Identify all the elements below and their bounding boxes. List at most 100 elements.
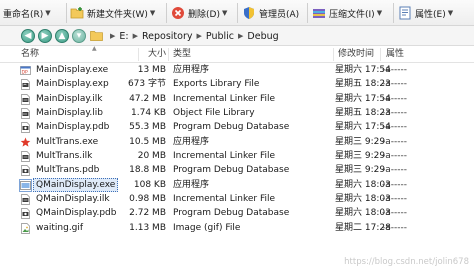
- admin-label: 管理员(A): [259, 9, 300, 20]
- file-size: 1.74 KB: [131, 108, 166, 119]
- file-type: Incremental Linker File: [173, 151, 276, 162]
- file-name[interactable]: MultTrans.ilk: [33, 149, 95, 163]
- rename-button[interactable]: 重命名(R) ▼: [3, 4, 51, 22]
- file-name[interactable]: MainDisplay.ilk: [33, 92, 105, 106]
- properties-dropdown-icon[interactable]: ▼: [448, 9, 453, 17]
- file-size: 18.8 MB: [129, 165, 166, 176]
- file-name[interactable]: MainDisplay.exp: [33, 77, 112, 91]
- file-size: 108 KB: [133, 179, 166, 190]
- file-type: 应用程序: [173, 65, 210, 75]
- file-attributes: -a-----: [382, 194, 408, 205]
- new-folder-dropdown-icon[interactable]: ▼: [150, 9, 155, 17]
- delete-dropdown-icon[interactable]: ▼: [222, 9, 227, 17]
- file-name[interactable]: MainDisplay.lib: [33, 106, 106, 120]
- new-folder-label: 新建文件夹(W): [87, 9, 148, 20]
- recent-dropdown-icon[interactable]: ▾: [72, 29, 86, 43]
- column-divider[interactable]: [380, 48, 381, 61]
- file-type: 应用程序: [173, 136, 210, 147]
- pdb-file-icon: [20, 122, 31, 134]
- delete-button[interactable]: 删除(D) ▼: [171, 4, 227, 22]
- file-attributes: -a-----: [382, 208, 408, 219]
- file-type: Incremental Linker File: [173, 93, 276, 104]
- column-header-type[interactable]: 类型: [173, 46, 191, 63]
- pdb-file-icon: [20, 208, 31, 220]
- column-header-modified[interactable]: 修改时间: [338, 46, 374, 63]
- file-attributes: -a-----: [382, 122, 408, 133]
- file-row[interactable]: MainDisplay.exp 673 字节 Exports Library F…: [0, 77, 474, 91]
- column-divider[interactable]: [168, 48, 169, 61]
- file-size: 13 MB: [137, 65, 166, 75]
- ilk-file-icon: [20, 151, 31, 162]
- file-attributes: -a-----: [382, 108, 408, 119]
- breadcrumb-drive[interactable]: E:: [119, 31, 128, 42]
- file-type: Object File Library: [173, 108, 255, 119]
- folder-icon: [90, 30, 103, 41]
- breadcrumb-chevron-icon[interactable]: ▶: [238, 32, 243, 40]
- file-type: Program Debug Database: [173, 208, 290, 219]
- breadcrumb-public[interactable]: Public: [206, 31, 234, 42]
- file-row[interactable]: DP MainDisplay.exe 13 MB 应用程序 星期六 17:54 …: [0, 63, 474, 77]
- file-row[interactable]: MultTrans.ilk 20 MB Incremental Linker F…: [0, 149, 474, 163]
- admin-button[interactable]: 管理员(A): [242, 4, 299, 22]
- file-row[interactable]: MultTrans.pdb 18.8 MB Program Debug Data…: [0, 163, 474, 177]
- file-name[interactable]: MainDisplay.exe: [33, 63, 111, 77]
- file-attributes: -a-----: [382, 65, 408, 75]
- breadcrumb[interactable]: ▶ E: ▶ Repository ▶ Public ▶ Debug: [106, 26, 279, 46]
- file-attributes: -a-----: [382, 93, 408, 104]
- file-size: 2.72 MB: [129, 208, 166, 219]
- file-row-selected[interactable]: QMainDisplay.exe 108 KB 应用程序 星期六 18:03 -…: [0, 177, 474, 192]
- watermark: https://blog.csdn.net/jolin678: [344, 257, 469, 267]
- column-header-attributes[interactable]: 属性: [386, 46, 404, 63]
- rename-dropdown-icon[interactable]: ▼: [45, 9, 50, 17]
- file-type: Image (gif) File: [173, 222, 241, 233]
- file-modified: 星期三 9:29: [335, 136, 386, 147]
- back-arrow-icon[interactable]: ◀: [21, 29, 35, 43]
- file-name[interactable]: MultTrans.pdb: [33, 163, 102, 177]
- forward-arrow-icon[interactable]: ▶: [38, 29, 52, 43]
- properties-label: 属性(E): [415, 9, 446, 20]
- file-row[interactable]: QMainDisplay.pdb 2.72 MB Program Debug D…: [0, 206, 474, 220]
- compress-button[interactable]: 压缩文件(I) ▼: [312, 4, 382, 22]
- file-attributes: -a-----: [382, 165, 408, 176]
- breadcrumb-debug[interactable]: Debug: [247, 31, 278, 42]
- file-row[interactable]: MainDisplay.pdb 55.3 MB Program Debug Da…: [0, 120, 474, 134]
- new-folder-button[interactable]: 新建文件夹(W) ▼: [70, 4, 155, 22]
- file-attributes: -a-----: [382, 151, 408, 162]
- file-type: Program Debug Database: [173, 122, 290, 133]
- column-divider[interactable]: [333, 48, 334, 61]
- file-type: Exports Library File: [173, 79, 260, 90]
- file-name[interactable]: MainDisplay.pdb: [33, 120, 112, 134]
- file-list: DP MainDisplay.exe 13 MB 应用程序 星期六 17:54 …: [0, 63, 474, 235]
- file-row[interactable]: MainDisplay.ilk 47.2 MB Incremental Link…: [0, 92, 474, 106]
- breadcrumb-repository[interactable]: Repository: [142, 31, 193, 42]
- file-row[interactable]: QMainDisplay.ilk 0.98 MB Incremental Lin…: [0, 192, 474, 206]
- file-name[interactable]: MultTrans.exe: [33, 135, 101, 149]
- sort-ascending-icon: ▲: [92, 45, 97, 52]
- file-modified: 星期三 9:29: [335, 151, 386, 162]
- up-arrow-icon[interactable]: ▲: [55, 29, 69, 43]
- toolbar-divider: [307, 3, 308, 23]
- breadcrumb-chevron-icon[interactable]: ▶: [110, 32, 115, 40]
- file-row[interactable]: MainDisplay.lib 1.74 KB Object File Libr…: [0, 106, 474, 120]
- compress-dropdown-icon[interactable]: ▼: [377, 9, 382, 17]
- file-attributes: -a-----: [382, 79, 408, 90]
- new-folder-icon: [70, 6, 84, 20]
- file-row[interactable]: waiting.gif 1.13 MB Image (gif) File 星期二…: [0, 221, 474, 235]
- column-header-size[interactable]: 大小: [104, 46, 166, 63]
- pdb-file-icon: [20, 165, 31, 177]
- app-icon: DP: [20, 65, 31, 76]
- file-name[interactable]: QMainDisplay.ilk: [33, 192, 113, 206]
- properties-button[interactable]: 属性(E) ▼: [398, 4, 453, 22]
- breadcrumb-chevron-icon[interactable]: ▶: [133, 32, 138, 40]
- toolbar-divider: [166, 3, 167, 23]
- file-type: Incremental Linker File: [173, 194, 276, 205]
- file-size: 20 MB: [137, 151, 166, 162]
- file-size: 673 字节: [127, 79, 166, 90]
- breadcrumb-chevron-icon[interactable]: ▶: [197, 32, 202, 40]
- exp-file-icon: [20, 79, 31, 91]
- file-name[interactable]: waiting.gif: [33, 221, 86, 235]
- file-row[interactable]: MultTrans.exe 10.5 MB 应用程序 星期三 9:29 -a--…: [0, 135, 474, 149]
- file-attributes: -a-----: [382, 222, 408, 233]
- column-header-name[interactable]: 名称: [21, 46, 39, 63]
- column-header-row: 名称 ▲ 大小 类型 修改时间 属性: [0, 45, 474, 63]
